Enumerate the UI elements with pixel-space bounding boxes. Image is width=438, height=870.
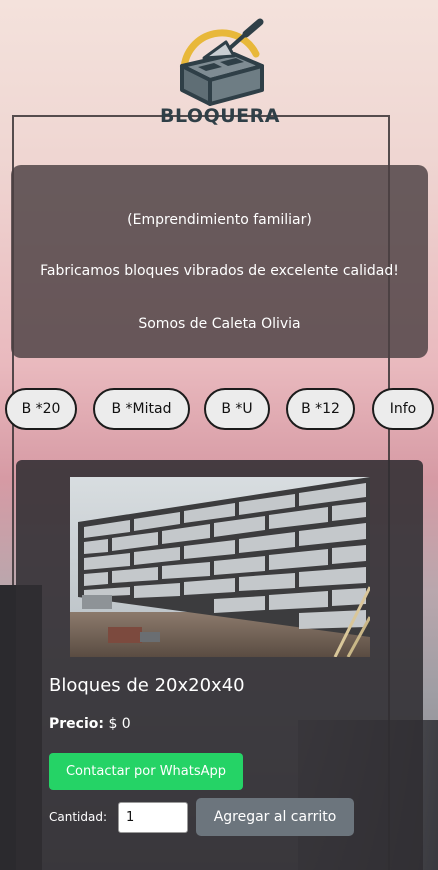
price-label: Precio:: [49, 716, 104, 732]
price-value: $ 0: [108, 716, 131, 732]
intro-description: Fabricamos bloques vibrados de excelente…: [40, 263, 399, 279]
intro-panel: (Emprendimiento familiar) Fabricamos blo…: [11, 165, 428, 358]
product-photo: [70, 477, 370, 657]
product-card: Bloques de 20x20x40 Precio: $ 0 Contacta…: [16, 460, 423, 870]
brand-name: BLOQUERA: [160, 105, 280, 127]
intro-location: Somos de Caleta Olivia: [138, 316, 301, 332]
whatsapp-contact-button[interactable]: Contactar por WhatsApp: [49, 753, 243, 790]
nav-button-bmitad[interactable]: B *Mitad: [93, 388, 190, 430]
block-wall-photo-icon: [70, 477, 370, 657]
product-title: Bloques de 20x20x40: [49, 675, 245, 696]
nav-button-info[interactable]: Info: [372, 388, 434, 430]
intro-tagline: (Emprendimiento familiar): [127, 212, 312, 228]
nav-button-bu[interactable]: B *U: [204, 388, 270, 430]
nav-button-b20[interactable]: B *20: [5, 388, 77, 430]
nav-button-b12[interactable]: B *12: [286, 388, 355, 430]
quantity-input[interactable]: [118, 802, 188, 833]
product-price: Precio: $ 0: [49, 716, 131, 732]
add-to-cart-button[interactable]: Agregar al carrito: [196, 798, 354, 836]
quantity-label: Cantidad:: [49, 810, 108, 824]
